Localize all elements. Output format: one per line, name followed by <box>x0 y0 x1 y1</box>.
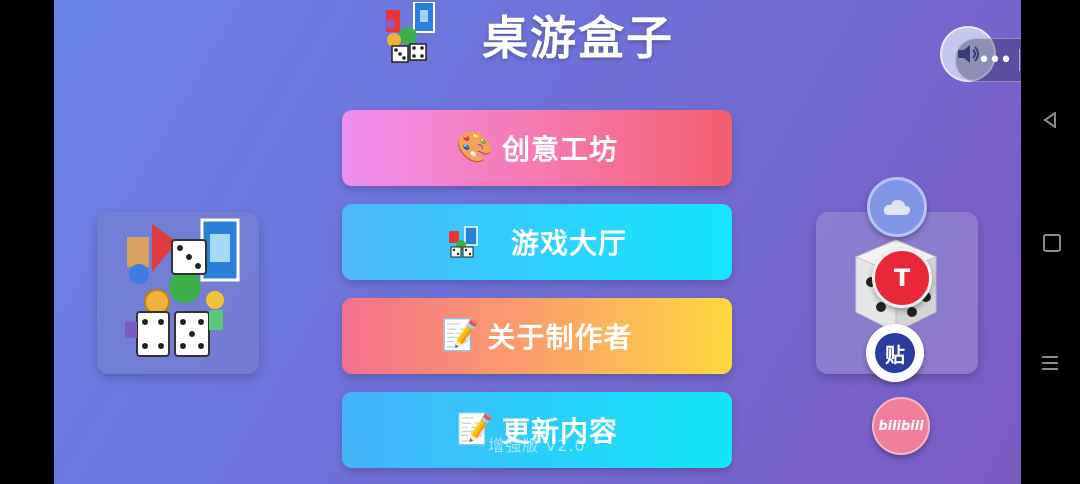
tieba-icon: 贴 <box>875 333 915 373</box>
device-screen: 桌游盒子 ••• 🎨 创意工坊 游戏大厅 📝 关于制作者 📝 更新内容 增强版 … <box>0 0 1080 484</box>
creative-workshop-button[interactable]: 🎨 创意工坊 <box>342 110 732 186</box>
memo-icon: 📝 <box>441 318 480 353</box>
board-games-tile[interactable] <box>97 212 259 374</box>
mini-program-capsule: ••• <box>955 38 1021 82</box>
more-button[interactable]: ••• <box>969 48 1019 73</box>
card-dice-icon <box>448 226 478 258</box>
cloud-icon <box>883 199 911 215</box>
board-games-collage-icon <box>125 218 240 357</box>
creative-workshop-label: 创意工坊 <box>501 133 618 166</box>
t-button[interactable]: T <box>872 248 932 308</box>
card-dice-logo-icon <box>385 2 435 63</box>
cloud-button[interactable] <box>867 177 927 237</box>
game-lobby-button[interactable]: 游戏大厅 <box>342 204 732 280</box>
app-header: 桌游盒子 <box>384 0 674 70</box>
update-content-button[interactable]: 📝 更新内容 <box>342 392 732 468</box>
home-nav-icon[interactable] <box>1043 234 1061 252</box>
bilibili-button[interactable]: bilibili <box>872 397 930 455</box>
app-title: 桌游盒子 <box>482 11 674 65</box>
menu-nav-icon[interactable] <box>1042 352 1058 374</box>
app-canvas: 桌游盒子 ••• 🎨 创意工坊 游戏大厅 📝 关于制作者 📝 更新内容 增强版 … <box>54 0 1021 484</box>
palette-icon: 🎨 <box>455 130 495 165</box>
about-author-button[interactable]: 📝 关于制作者 <box>342 298 732 374</box>
back-nav-icon[interactable] <box>1043 112 1057 128</box>
game-lobby-label: 游戏大厅 <box>510 227 627 260</box>
version-label: 增强版 V2.0 <box>488 436 586 455</box>
tieba-button[interactable]: 贴 <box>866 324 924 382</box>
about-author-label: 关于制作者 <box>487 321 633 354</box>
